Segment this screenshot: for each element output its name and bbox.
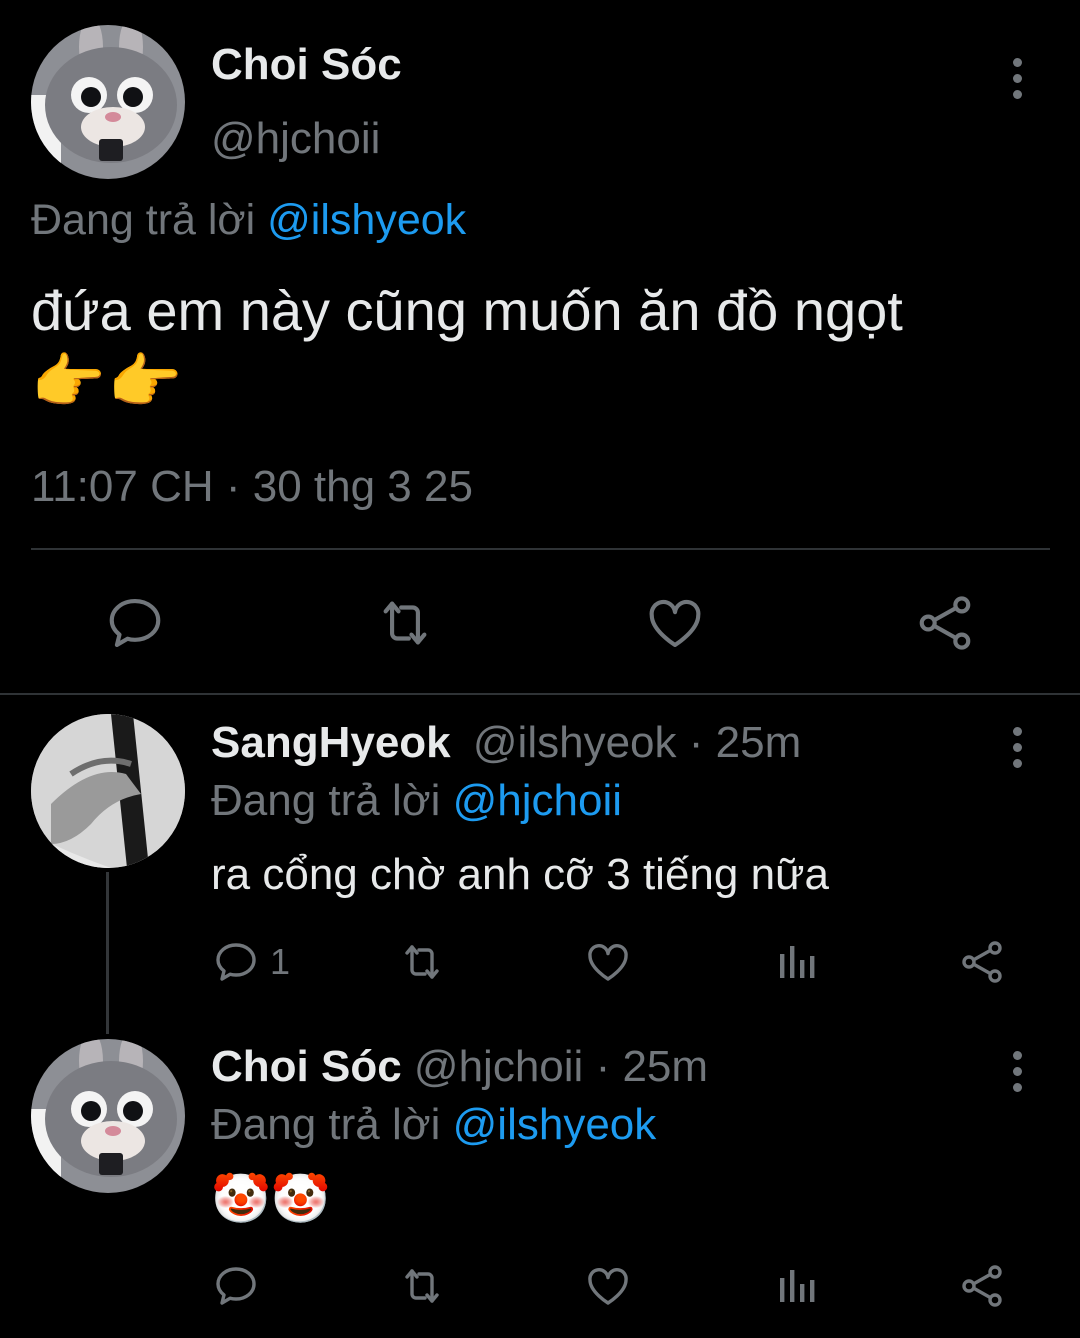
section-divider — [0, 693, 1080, 695]
more-icon[interactable] — [1011, 727, 1023, 768]
reply-count: 1 — [270, 941, 291, 982]
views-icon[interactable] — [772, 938, 820, 991]
thread-line — [106, 872, 109, 1034]
avatar[interactable] — [31, 25, 185, 179]
share-icon[interactable] — [914, 592, 976, 659]
share-icon[interactable] — [958, 1262, 1006, 1315]
reply-context: Đang trả lời @ilshyeok — [211, 1100, 656, 1150]
reply-prefix: Đang trả lời — [211, 776, 441, 825]
reply-icon[interactable] — [104, 592, 166, 659]
tweet-time[interactable]: · 25m — [689, 718, 801, 767]
tweet-text: đứa em này cũng muốn ăn đồ ngọt — [31, 279, 903, 342]
tweet-text: ra cổng chờ anh cỡ 3 tiếng nữa — [211, 850, 829, 899]
author-handle[interactable]: @hjchoii — [211, 114, 380, 164]
retweet-icon[interactable] — [396, 1262, 448, 1315]
tweet-emojis: 👉👉 — [31, 347, 185, 417]
more-icon[interactable] — [1011, 1051, 1023, 1092]
reply-icon — [216, 943, 256, 981]
heart-icon[interactable] — [644, 592, 706, 659]
tie-avatar-image — [31, 714, 185, 868]
reply-prefix: Đang trả lời — [211, 1100, 441, 1149]
heart-icon[interactable] — [584, 938, 632, 991]
author-display-name[interactable]: Choi Sóc — [211, 1042, 402, 1091]
heart-icon[interactable] — [584, 1262, 632, 1315]
tweet-timestamp[interactable]: 11:07 CH · 30 thg 3 25 — [31, 462, 473, 512]
reply-to-handle[interactable]: @ilshyeok — [453, 1100, 657, 1149]
author-display-name[interactable]: Choi Sóc — [211, 40, 402, 90]
avatar[interactable] — [31, 714, 185, 868]
divider — [31, 548, 1050, 550]
tweet-text: 🤡🤡 — [211, 1171, 331, 1227]
author-handle[interactable]: @hjchoii — [414, 1042, 583, 1091]
reply-icon[interactable] — [212, 1262, 260, 1315]
reply-header: Choi Sóc @hjchoii · 25m — [211, 1042, 708, 1092]
retweet-icon[interactable] — [396, 938, 448, 991]
reply-to-handle[interactable]: @hjchoii — [453, 776, 622, 825]
retweet-icon[interactable] — [372, 592, 438, 659]
bunny-avatar-image — [31, 25, 185, 179]
views-icon[interactable] — [772, 1262, 820, 1315]
reply-action[interactable]: 1 — [212, 938, 290, 986]
author-display-name[interactable]: SangHyeok — [211, 718, 451, 767]
avatar[interactable] — [31, 1039, 185, 1193]
reply-prefix: Đang trả lời — [31, 196, 256, 244]
bunny-avatar-image — [31, 1039, 185, 1193]
reply-context: Đang trả lời @hjchoii — [211, 776, 622, 826]
more-icon[interactable] — [1011, 58, 1023, 99]
share-icon[interactable] — [958, 938, 1006, 991]
author-handle[interactable]: @ilshyeok — [473, 718, 677, 767]
reply-header: SangHyeok @ilshyeok · 25m — [211, 718, 801, 768]
tweet-time[interactable]: · 25m — [596, 1042, 708, 1091]
reply-context: Đang trả lời @ilshyeok — [31, 196, 466, 245]
reply-to-handle[interactable]: @ilshyeok — [267, 196, 466, 244]
